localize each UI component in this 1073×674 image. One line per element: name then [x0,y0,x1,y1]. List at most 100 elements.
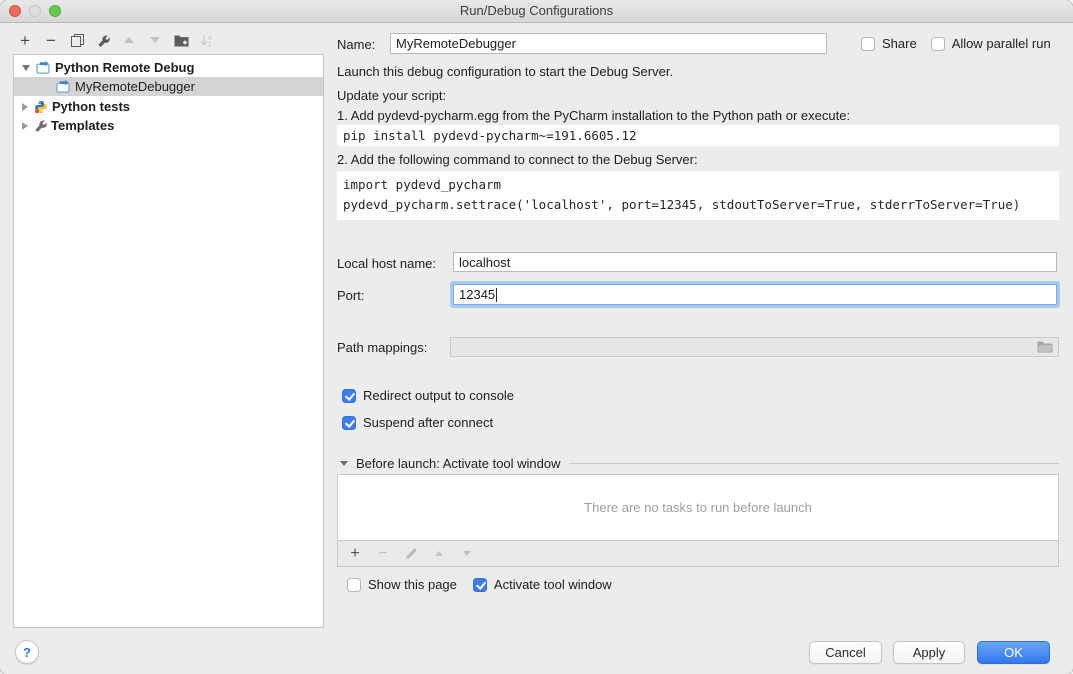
name-input[interactable]: MyRemoteDebugger [390,33,827,54]
move-task-up-button [428,544,450,564]
redirect-output-label: Redirect output to console [363,388,514,403]
svg-text:a: a [208,35,212,42]
svg-text:z: z [208,42,212,48]
show-this-page-label: Show this page [368,577,457,592]
tree-item-python-tests[interactable]: Python tests [14,97,323,116]
name-label: Name: [337,37,375,52]
arrow-up-icon [435,551,443,556]
section-divider [569,463,1059,464]
intro-text: Launch this debug configuration to start… [337,64,673,79]
path-mappings-input[interactable] [450,337,1059,357]
before-launch-section-header[interactable]: Before launch: Activate tool window [340,456,1059,471]
path-mappings-label: Path mappings: [337,340,427,355]
show-this-page-checkbox[interactable] [347,578,361,592]
apply-button[interactable]: Apply [893,641,965,664]
move-down-button [144,30,166,50]
before-launch-title: Before launch: Activate tool window [356,456,561,471]
minus-icon: − [378,546,387,562]
add-task-button[interactable]: + [344,544,366,564]
redirect-output-checkbox[interactable] [342,389,356,403]
tree-item-python-remote-debug[interactable]: Python Remote Debug [14,58,323,77]
text-caret [496,288,497,302]
show-this-page-checkbox-group[interactable]: Show this page [347,577,457,592]
remote-debug-config-icon [36,61,51,74]
suspend-after-connect-label: Suspend after connect [363,415,493,430]
tree-item-label: Python Remote Debug [55,60,194,75]
remote-debug-config-icon [56,80,71,93]
allow-parallel-run-checkbox[interactable] [931,37,945,51]
suspend-after-connect-checkbox-group[interactable]: Suspend after connect [342,415,493,430]
minus-icon: − [46,32,56,49]
chevron-right-icon[interactable] [22,122,28,130]
arrow-down-icon [463,551,471,556]
cancel-button[interactable]: Cancel [809,641,882,664]
local-host-name-input[interactable]: localhost [453,252,1057,272]
browse-path-mappings-button[interactable] [1037,341,1053,353]
ok-button[interactable]: OK [977,641,1050,664]
titlebar: Run/Debug Configurations [0,0,1073,23]
activate-tool-window-checkbox-group[interactable]: Activate tool window [473,577,612,592]
collapse-triangle-icon[interactable] [340,461,348,466]
window-controls [9,5,61,17]
chevron-down-icon[interactable] [22,65,30,71]
minimize-window-button [29,5,41,17]
redirect-output-checkbox-group[interactable]: Redirect output to console [342,388,514,403]
tree-item-label: Templates [51,118,114,133]
wrench-icon [97,34,110,47]
settrace-code-block: import pydevd_pycharm pydevd_pycharm.set… [337,171,1059,220]
sort-configurations-button: az [196,30,218,50]
suspend-after-connect-checkbox[interactable] [342,416,356,430]
add-configuration-button[interactable]: + [14,30,36,50]
port-input[interactable]: 12345 [453,284,1057,305]
help-button[interactable]: ? [15,640,39,664]
templates-wrench-icon [34,119,47,132]
move-up-button [118,30,140,50]
remove-task-button: − [372,544,394,564]
python-tests-icon [34,100,48,114]
step2-text: 2. Add the following command to connect … [337,152,698,167]
port-label: Port: [337,288,364,303]
edit-templates-button[interactable] [92,30,114,50]
code-line-settrace: pydevd_pycharm.settrace('localhost', por… [343,195,1053,215]
pip-install-code: pip install pydevd-pycharm~=191.6605.12 [337,125,1059,146]
sort-alphabetically-icon: az [200,33,214,47]
configurations-tree: Python Remote Debug MyRemoteDebugger Pyt… [13,54,324,628]
new-folder-button[interactable] [170,30,192,50]
name-value: MyRemoteDebugger [396,36,516,51]
tree-item-label: MyRemoteDebugger [75,79,195,94]
tree-item-label: Python tests [52,99,130,114]
remove-configuration-button[interactable]: − [40,30,62,50]
activate-tool-window-checkbox[interactable] [473,578,487,592]
tree-item-templates[interactable]: Templates [14,116,323,135]
plus-icon: + [20,32,30,49]
pip-install-command: pip install pydevd-pycharm~=191.6605.12 [343,128,637,143]
tree-item-myremotedebugger[interactable]: MyRemoteDebugger [14,77,323,96]
pencil-icon [405,548,417,560]
before-launch-task-list[interactable]: There are no tasks to run before launch [337,474,1059,541]
share-checkbox[interactable] [861,37,875,51]
local-host-name-label: Local host name: [337,256,436,271]
move-task-down-button [456,544,478,564]
update-script-text: Update your script: [337,88,446,103]
before-launch-toolbar: + − [337,541,1059,567]
share-label: Share [882,36,917,51]
share-checkbox-group[interactable]: Share [861,36,917,51]
activate-tool-window-label: Activate tool window [494,577,612,592]
run-debug-configurations-dialog: Run/Debug Configurations + − az Python R… [0,0,1073,674]
allow-parallel-run-label: Allow parallel run [952,36,1051,51]
folder-icon [1037,341,1053,353]
allow-parallel-checkbox-group[interactable]: Allow parallel run [931,36,1051,51]
edit-task-button [400,544,422,564]
port-value: 12345 [459,287,495,302]
configurations-toolbar: + − az [14,30,218,50]
step1-text: 1. Add pydevd-pycharm.egg from the PyCha… [337,108,850,123]
close-window-button[interactable] [9,5,21,17]
window-title: Run/Debug Configurations [0,0,1073,22]
chevron-right-icon[interactable] [22,103,28,111]
zoom-window-button[interactable] [49,5,61,17]
local-host-name-value: localhost [459,255,510,270]
plus-icon: + [350,546,359,562]
copy-configuration-button[interactable] [66,30,88,50]
copy-icon [71,34,84,47]
empty-tasks-text: There are no tasks to run before launch [584,500,812,515]
